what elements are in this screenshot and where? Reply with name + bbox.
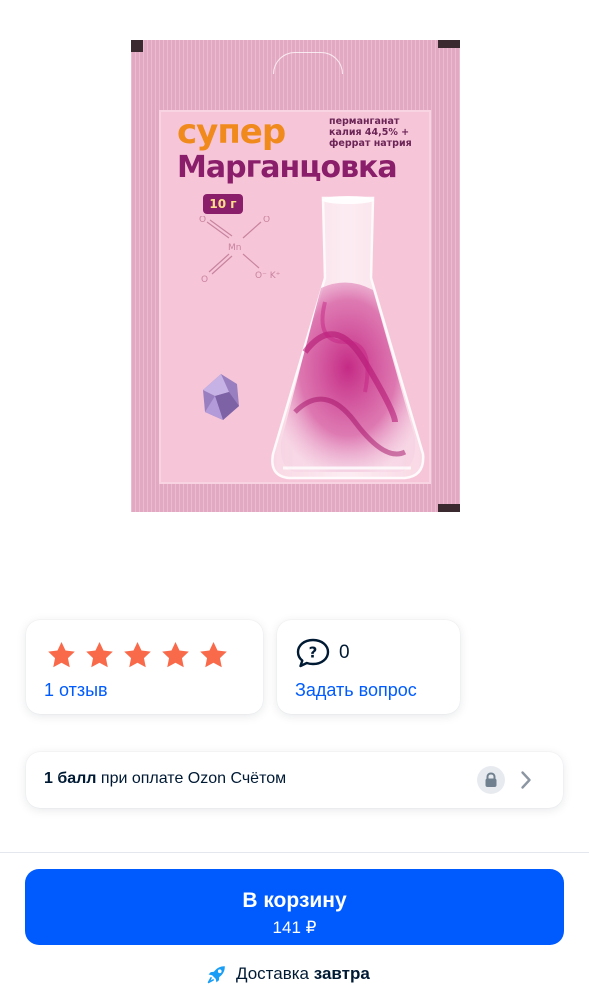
brand-main-text: Марганцовка [177,150,398,185]
points-text: 1 балл при оплате Ozon Счётом [44,770,287,787]
sachet-corner [438,504,460,512]
svg-text:O: O [201,275,208,285]
questions-count: 0 [339,642,350,663]
crystal-illustration [203,374,239,420]
add-to-cart-button[interactable]: В корзину 141 ₽ [25,869,564,945]
cart-button-label: В корзину [242,888,347,912]
delivery-info[interactable]: Доставка завтра [206,963,370,985]
hang-hole [273,52,343,74]
lock-icon [477,766,505,794]
formula-center: Mn [228,243,241,253]
flask-illustration [271,196,425,480]
ask-question-link[interactable]: Задать вопрос [295,680,417,701]
rating-card[interactable]: 1 отзыв [26,620,263,714]
chevron-right-icon [521,771,531,789]
weight-badge: 10 г [203,194,243,214]
star-icon [48,641,75,668]
reviews-link[interactable]: 1 отзыв [44,680,108,701]
ozon-points-card[interactable]: 1 балл при оплате Ozon Счётом [26,752,563,808]
svg-text:O: O [199,216,206,225]
cart-button-price: 141 ₽ [272,917,317,937]
composition-text: перманганат калия 44,5% + феррат натрия [329,116,412,149]
star-icon [124,641,151,668]
delivery-text: Доставка завтра [236,964,370,983]
package-label: супер Марганцовка перманганат калия 44,5… [159,110,431,484]
rating-stars [46,640,229,671]
sachet-corner [438,40,460,48]
question-bubble-icon: ? [296,638,330,668]
product-image[interactable]: супер Марганцовка перманганат калия 44,5… [131,40,460,512]
divider [0,852,589,853]
questions-card[interactable]: ? 0 Задать вопрос [277,620,460,714]
brand-top-text: супер [177,112,286,152]
star-icon [86,641,113,668]
rocket-icon [207,966,225,984]
star-icon [200,641,227,668]
star-icon [162,641,189,668]
sachet-corner [131,40,143,52]
svg-text:?: ? [309,644,318,662]
